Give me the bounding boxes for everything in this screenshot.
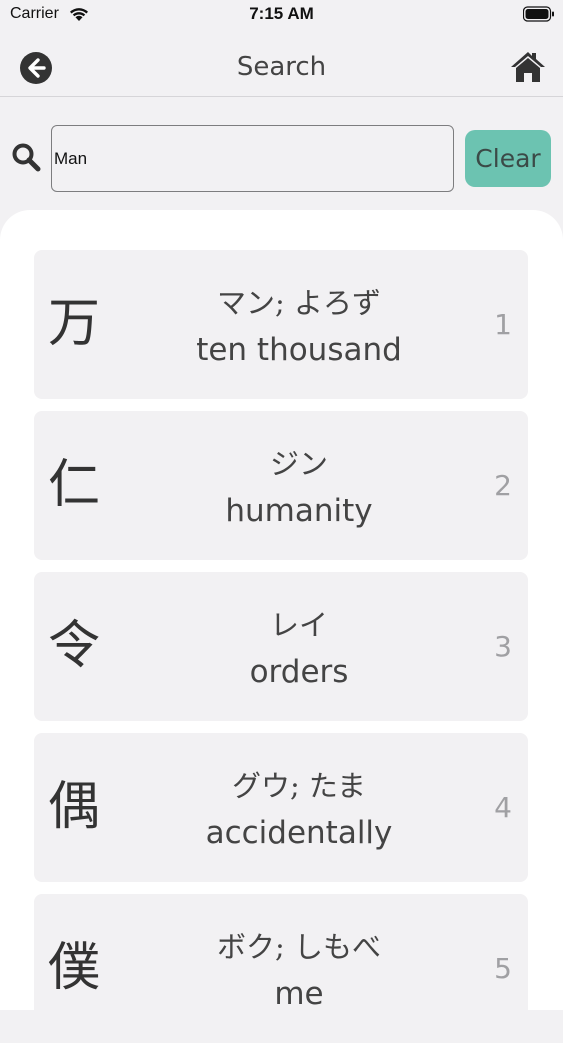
kanji-reading: ジン	[269, 447, 328, 481]
result-index: 3	[494, 630, 512, 663]
result-index: 2	[494, 469, 512, 502]
clock: 7:15 AM	[249, 4, 314, 23]
battery-icon	[523, 6, 554, 22]
kanji-meaning: me	[274, 976, 324, 1012]
kanji-character: 仁	[48, 455, 101, 515]
clear-button[interactable]: Clear	[465, 130, 551, 187]
kanji-character: 令	[48, 616, 101, 676]
kanji-meaning: humanity	[225, 493, 373, 529]
result-index: 5	[494, 952, 512, 985]
list-item[interactable]: 僕 ボク; しもべ me 5	[34, 894, 528, 1043]
kanji-reading: グウ; たま	[231, 769, 367, 803]
status-bar: Carrier 7:15 AM	[0, 0, 563, 30]
result-index: 1	[494, 308, 512, 341]
kanji-meaning: ten thousand	[196, 332, 402, 368]
kanji-character: 僕	[48, 938, 101, 998]
kanji-character: 偶	[48, 777, 101, 837]
kanji-meaning: orders	[249, 654, 349, 690]
navigation-bar: Search	[0, 30, 563, 97]
kanji-character: 万	[48, 294, 101, 354]
results-list: 万 マン; よろず ten thousand 1 仁 ジン humanity 2…	[0, 210, 563, 1043]
result-index: 4	[494, 791, 512, 824]
kanji-meaning: accidentally	[205, 815, 393, 851]
search-bar: Clear	[0, 108, 563, 208]
page-title: Search	[236, 52, 327, 82]
kanji-reading: マン; よろず	[217, 286, 381, 320]
list-item[interactable]: 万 マン; よろず ten thousand 1	[34, 250, 528, 399]
home-icon[interactable]	[509, 48, 547, 86]
kanji-reading: ボク; しもべ	[217, 930, 381, 964]
kanji-reading: レイ	[269, 608, 328, 642]
list-item[interactable]: 仁 ジン humanity 2	[34, 411, 528, 560]
search-input[interactable]	[51, 125, 454, 192]
list-item[interactable]: 偶 グウ; たま accidentally 4	[34, 733, 528, 882]
list-item[interactable]: 令 レイ orders 3	[34, 572, 528, 721]
search-icon	[12, 143, 41, 172]
